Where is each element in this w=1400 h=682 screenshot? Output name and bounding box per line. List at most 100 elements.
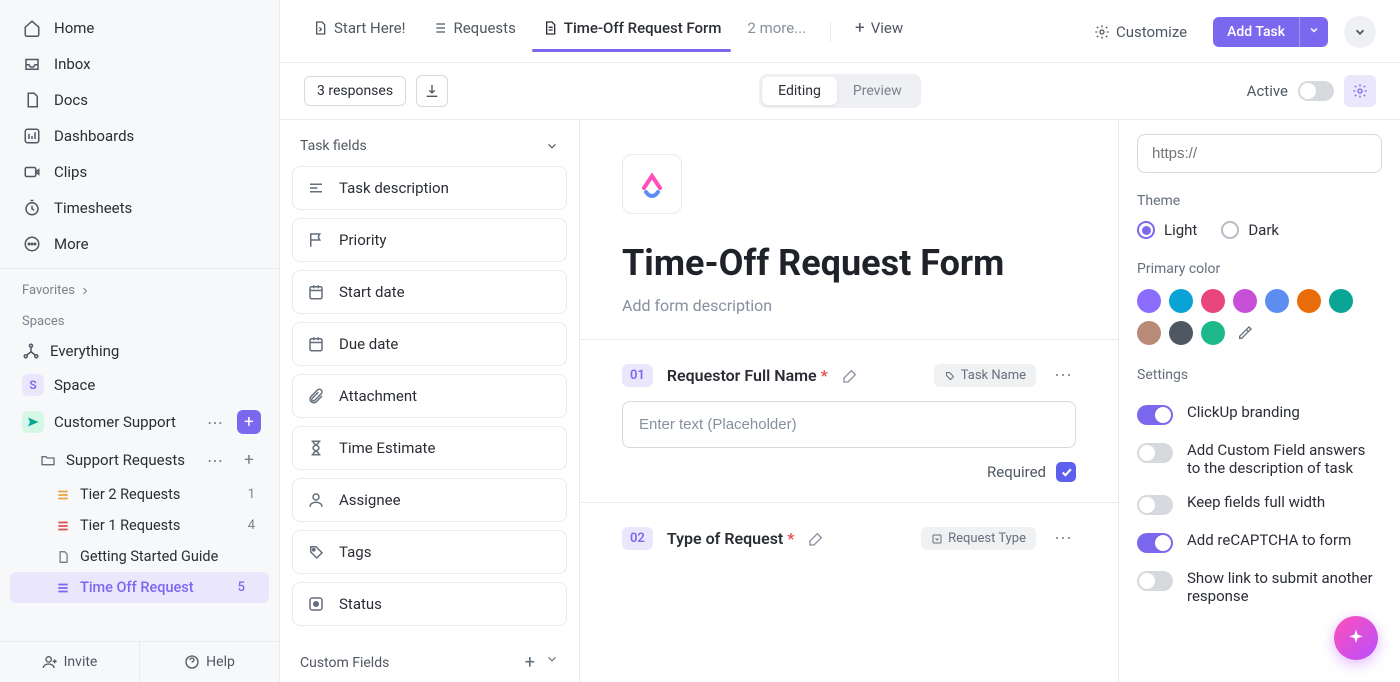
color-swatch[interactable] [1297,289,1321,313]
tree-time-off-request[interactable]: Time Off Request 5 [10,572,269,603]
list-icon [56,488,70,502]
color-swatch[interactable] [1201,321,1225,345]
settings-header: Settings [1137,367,1382,383]
customize-button[interactable]: Customize [1082,17,1199,47]
nav-timesheets[interactable]: Timesheets [0,190,279,226]
field-card-due-date[interactable]: Due date [292,322,567,366]
color-picker-button[interactable] [1233,321,1257,345]
clip-icon [22,162,42,182]
form-field-2[interactable]: 02 Type of Request * Request Type ⋯ [580,503,1118,584]
logo[interactable] [622,154,682,214]
add-view-button[interactable]: +View [845,12,913,52]
color-swatch[interactable] [1233,289,1257,313]
field-card-task-description[interactable]: Task description [292,166,567,210]
nav-more[interactable]: More [0,226,279,262]
flag-icon [307,231,325,249]
favorites-header[interactable]: Favorites [0,269,279,304]
form-title[interactable]: Time-Off Request Form [622,242,1076,284]
space-everything[interactable]: Everything [0,335,279,367]
add-custom-field[interactable]: + [525,652,535,673]
mode-editing[interactable]: Editing [762,77,837,105]
setting-switch[interactable] [1137,533,1173,553]
color-swatch[interactable] [1201,289,1225,313]
color-swatch[interactable] [1329,289,1353,313]
tree-tier1[interactable]: Tier 1 Requests 4 [0,510,279,541]
redirect-url-input[interactable] [1137,134,1382,173]
field-card-tags[interactable]: Tags [292,530,567,574]
form-field-1[interactable]: 01 Requestor Full Name * Task Name ⋯ Req… [580,340,1118,503]
color-swatch[interactable] [1169,321,1193,345]
more-dots-icon[interactable]: ⋯ [203,451,227,470]
field-card-assignee[interactable]: Assignee [292,478,567,522]
field-card-attachment[interactable]: Attachment [292,374,567,418]
add-task-button[interactable]: Add Task [1213,17,1299,47]
nav-dashboards[interactable]: Dashboards [0,118,279,154]
nav-home[interactable]: Home [0,10,279,46]
nav-docs[interactable]: Docs [0,82,279,118]
field-placeholder-input[interactable] [622,401,1076,448]
chevron-down-icon [545,139,559,153]
add-task-dropdown[interactable] [1299,17,1328,47]
field-more-button[interactable]: ⋯ [1050,365,1076,386]
custom-fields-header[interactable]: Custom Fields + [292,634,567,673]
color-swatch[interactable] [1137,289,1161,313]
help-icon [184,654,200,670]
inbox-icon [22,54,42,74]
required-label: Required [987,463,1046,481]
nav-clips[interactable]: Clips [0,154,279,190]
invite-button[interactable]: Invite [0,642,140,682]
theme-dark[interactable]: Dark [1221,221,1279,239]
responses-button[interactable]: 3 responses [304,76,406,106]
tab-time-off-form[interactable]: Time-Off Request Form [532,13,732,51]
status-icon [307,595,325,613]
doc-icon [56,550,70,564]
space-customer-support[interactable]: Customer Support ⋯ + [0,403,279,441]
field-card-time-estimate[interactable]: Time Estimate [292,426,567,470]
edit-field-button[interactable] [808,531,824,547]
theme-light[interactable]: Light [1137,221,1197,239]
task-fields-header[interactable]: Task fields [292,138,567,166]
mode-toggle: Editing Preview [759,74,921,108]
download-button[interactable] [416,75,448,107]
field-card-priority[interactable]: Priority [292,218,567,262]
theme-header: Theme [1137,193,1382,209]
field-card-start-date[interactable]: Start date [292,270,567,314]
nav-inbox[interactable]: Inbox [0,46,279,82]
form-description[interactable]: Add form description [622,296,1076,315]
tab-start-here[interactable]: Start Here! [302,13,415,51]
color-swatch[interactable] [1169,289,1193,313]
mode-preview[interactable]: Preview [837,77,918,105]
space-space[interactable]: S Space [0,367,279,403]
label: Space [54,376,261,394]
required-checkbox[interactable] [1056,462,1076,482]
field-label: Task description [339,179,449,197]
subbar: 3 responses Editing Preview Active [280,63,1400,120]
tab-requests[interactable]: Requests [421,13,525,51]
more-menu-button[interactable] [1344,16,1376,48]
tree-support-requests[interactable]: Support Requests ⋯ + [0,441,279,479]
tab-more[interactable]: 2 more... [737,13,816,51]
field-label: Attachment [339,387,417,405]
field-more-button[interactable]: ⋯ [1050,528,1076,549]
setting-switch[interactable] [1137,571,1173,591]
setting-switch[interactable] [1137,443,1173,463]
color-swatch[interactable] [1265,289,1289,313]
color-swatch[interactable] [1137,321,1161,345]
field-card-status[interactable]: Status [292,582,567,626]
tree-getting-started[interactable]: Getting Started Guide [0,541,279,572]
help-button[interactable]: Help [140,642,279,682]
chevron-down-icon[interactable] [545,652,559,666]
add-button[interactable]: + [237,448,261,472]
form-settings-button[interactable] [1344,75,1376,107]
edit-field-button[interactable] [842,368,858,384]
setting-switch[interactable] [1137,405,1173,425]
doc-icon [22,90,42,110]
radio-icon [1221,221,1239,239]
active-switch[interactable] [1298,81,1334,101]
list-icon [56,519,70,533]
tree-tier2[interactable]: Tier 2 Requests 1 [0,479,279,510]
add-button[interactable]: + [237,410,261,434]
ai-fab-button[interactable] [1334,616,1378,660]
more-dots-icon[interactable]: ⋯ [203,413,227,432]
setting-switch[interactable] [1137,495,1173,515]
